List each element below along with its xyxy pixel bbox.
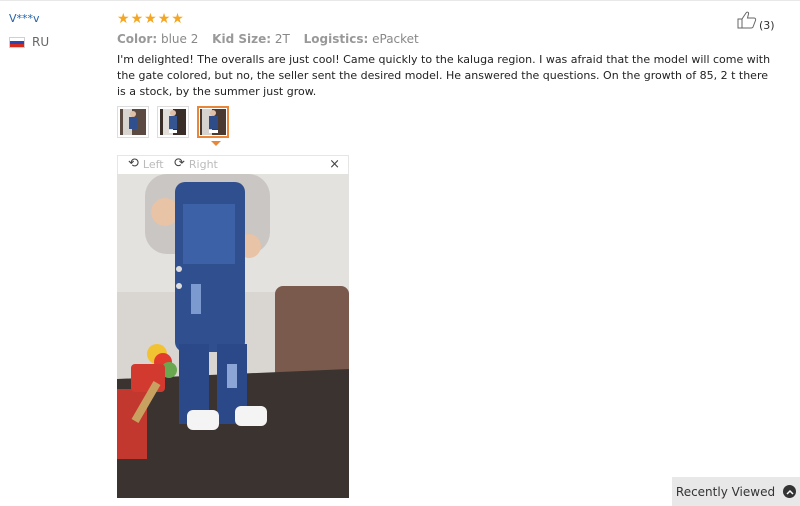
photo-thumbnail[interactable] bbox=[157, 106, 189, 138]
attr-size-key: Kid Size: bbox=[212, 32, 272, 46]
photo-thumbnail-active[interactable] bbox=[197, 106, 229, 138]
review-text: I'm delighted! The overalls are just coo… bbox=[117, 53, 771, 98]
rotate-left-icon: ⟲ bbox=[128, 156, 139, 171]
star-icon: ★ bbox=[171, 11, 184, 27]
attr-logistics-key: Logistics: bbox=[303, 32, 369, 46]
photo-thumbnails bbox=[117, 106, 229, 138]
russia-flag-icon bbox=[9, 36, 25, 48]
attr-logistics-value: ePacket bbox=[372, 32, 419, 46]
close-icon[interactable]: × bbox=[329, 157, 340, 172]
active-thumbnail-pointer bbox=[211, 141, 221, 146]
helpful-count: (3) bbox=[759, 19, 775, 32]
chevron-up-icon bbox=[783, 485, 797, 498]
review-photo bbox=[117, 174, 349, 498]
star-icon: ★ bbox=[157, 11, 171, 27]
rotate-left-label: Left bbox=[142, 157, 164, 171]
attr-size-value: 2T bbox=[274, 32, 290, 46]
reviewer-name[interactable]: V***v bbox=[9, 12, 40, 25]
rotate-right-icon: ⟳ bbox=[174, 156, 185, 171]
attr-color-key: Color: bbox=[117, 32, 158, 46]
star-rating: ★ ★ ★ ★ ★ bbox=[117, 11, 184, 27]
product-attributes: Color: blue 2 Kid Size: 2T Logistics: eP… bbox=[117, 32, 429, 46]
star-icon: ★ bbox=[117, 11, 130, 27]
star-icon: ★ bbox=[144, 11, 157, 27]
helpful-button[interactable]: (3) bbox=[737, 11, 775, 32]
star-icon: ★ bbox=[130, 11, 144, 27]
country-code: RU bbox=[32, 35, 50, 49]
recently-viewed-label: Recently Viewed bbox=[675, 484, 776, 499]
photo-thumbnail[interactable] bbox=[117, 106, 149, 138]
rotate-right-button[interactable]: ⟳ Right bbox=[174, 157, 218, 171]
reviewer-country: RU bbox=[9, 35, 49, 49]
rotate-left-button[interactable]: ⟲ Left bbox=[128, 157, 164, 171]
recently-viewed-button[interactable]: Recently Viewed bbox=[672, 477, 800, 506]
top-divider bbox=[0, 0, 800, 1]
attr-color-value: blue 2 bbox=[160, 32, 199, 46]
image-viewer-toolbar: ⟲ Left ⟳ Right × bbox=[117, 155, 349, 174]
rotate-right-label: Right bbox=[188, 157, 218, 171]
thumbs-up-icon bbox=[737, 11, 757, 32]
